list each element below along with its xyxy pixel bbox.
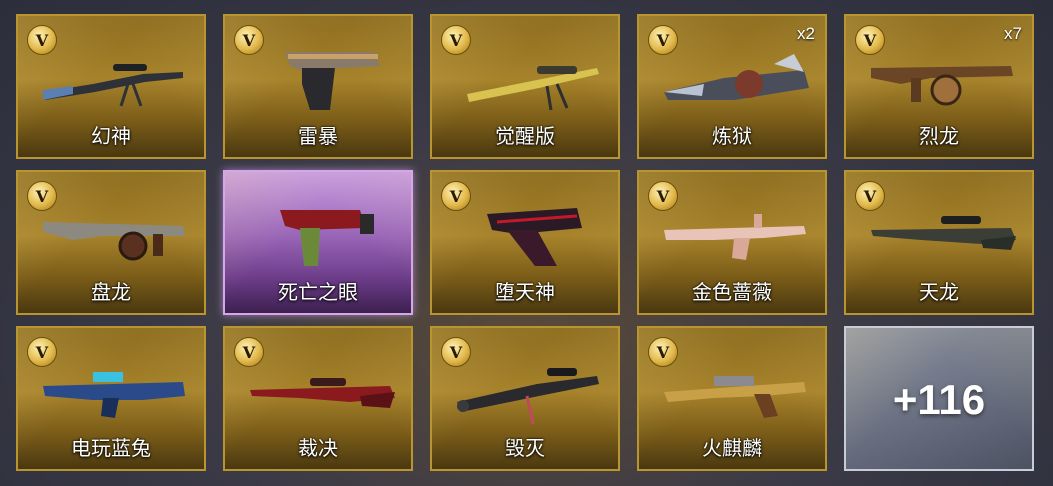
weapon-card-14[interactable]: V 火麒麟 [637,326,827,471]
weapon-name: 电玩蓝兔 [71,436,151,460]
multiplier: x7 [1004,24,1022,43]
more-count: +116 [892,376,986,423]
sniper-rifle-icon [871,216,1016,250]
weapon-card-13[interactable]: V 毁灭 [430,326,620,471]
weapon-card-4[interactable]: V x2 炼狱 [637,14,827,159]
weapon-card-6[interactable]: V 盘龙 [16,170,206,315]
weapon-card-10[interactable]: V 天龙 [844,170,1034,315]
weapon-name: 毁灭 [505,436,545,460]
weapon-card-7[interactable]: 死亡之眼 [223,170,413,315]
heavy-sniper-icon [467,66,599,111]
multiplier: x2 [797,24,815,43]
weapon-card-11[interactable]: V 电玩蓝兔 [16,326,206,471]
assault-rifle-icon [664,376,806,418]
pistol-icon [285,52,380,110]
weapon-name: 盘龙 [91,280,131,304]
sniper-rifle-icon [43,64,183,107]
smg-icon [280,210,374,266]
weapon-name: 死亡之眼 [278,280,358,304]
pistol-icon [487,208,582,266]
tommy-gun-icon [43,222,185,261]
weapon-card-2[interactable]: V 雷暴 [223,14,413,159]
sniper-rifle-icon [250,378,395,408]
assault-rifle-icon [664,214,806,260]
weapon-name: 金色蔷薇 [692,280,772,304]
weapon-card-12[interactable]: V 裁决 [223,326,413,471]
gatling-gun-icon [664,54,809,100]
weapon-name: 天龙 [919,280,959,304]
weapon-grid: V 幻神 V 雷暴 V 觉醒版 V x2 炼狱 V x7 烈龙 V 盘龙 死亡之… [0,0,1053,486]
weapon-name: 堕天神 [495,280,555,304]
assault-rifle-icon [43,372,185,418]
weapon-name: 裁决 [298,436,338,460]
weapon-name: 火麒麟 [702,436,762,460]
weapon-card-1[interactable]: V 幻神 [16,14,206,159]
weapon-card-9[interactable]: V 金色蔷薇 [637,170,827,315]
weapon-name: 烈龙 [919,124,959,148]
weapon-name: 幻神 [91,124,131,148]
more-items-card[interactable]: +116 [844,326,1034,471]
weapon-card-5[interactable]: V x7 烈龙 [844,14,1034,159]
weapon-name: 炼狱 [712,124,752,148]
tommy-gun-icon [871,66,1013,106]
heavy-sniper-icon [457,368,599,425]
weapon-card-8[interactable]: V 堕天神 [430,170,620,315]
weapon-name: 觉醒版 [495,124,555,148]
weapon-card-3[interactable]: V 觉醒版 [430,14,620,159]
weapon-name: 雷暴 [298,124,338,148]
